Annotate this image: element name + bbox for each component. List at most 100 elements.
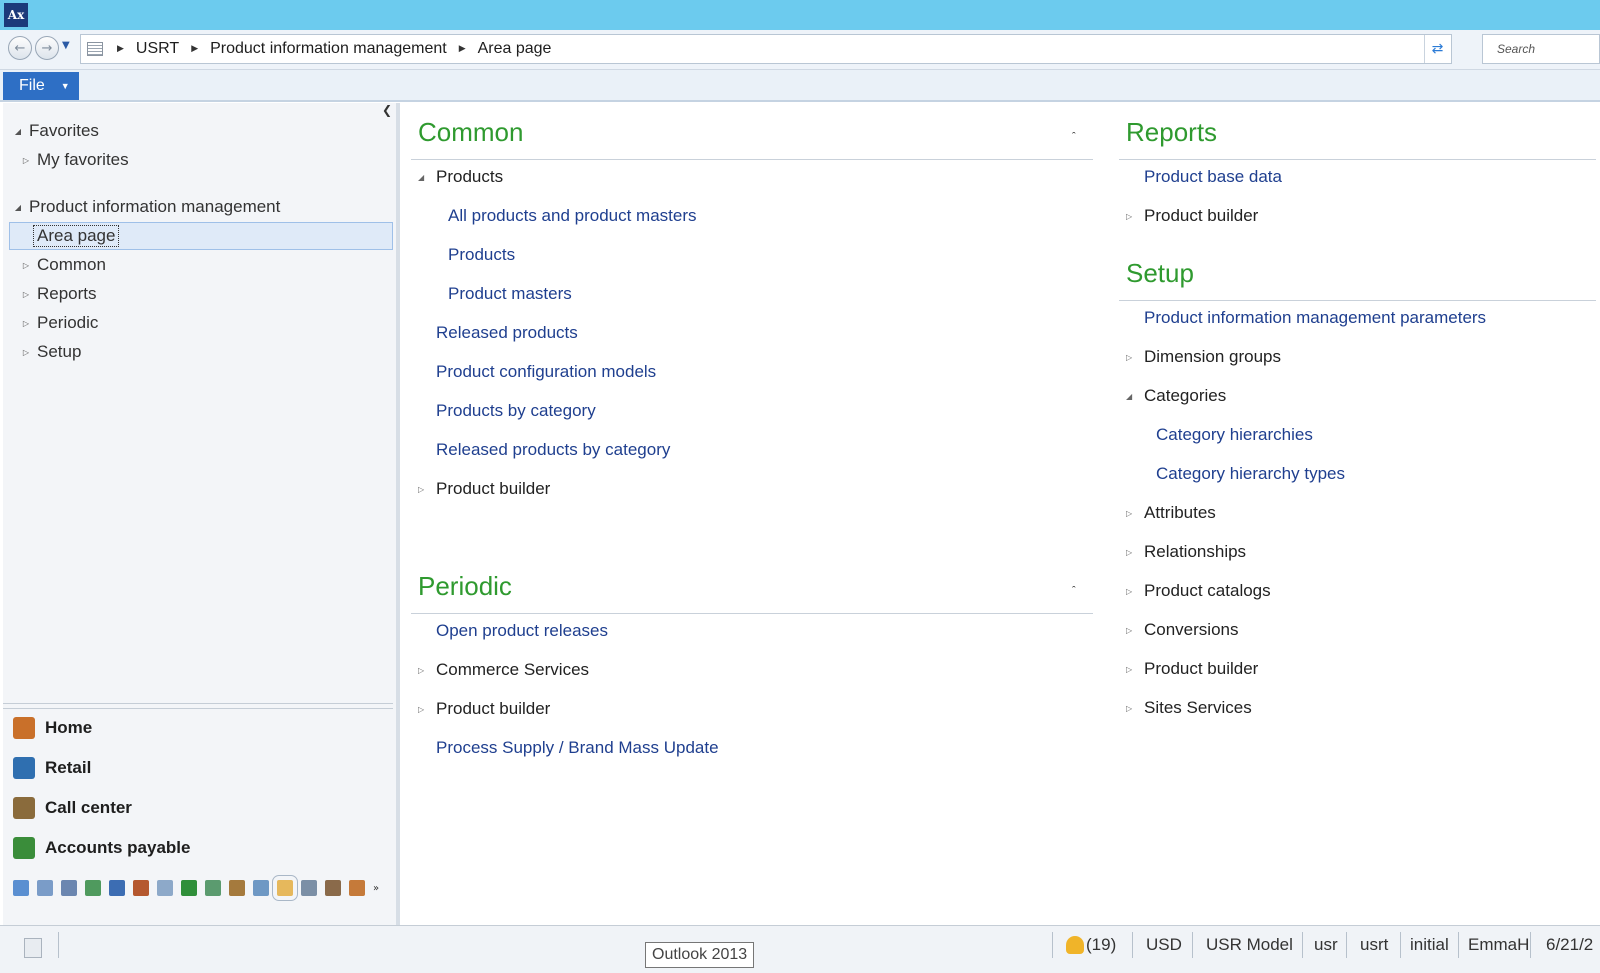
- more-modules-icon[interactable]: »: [373, 883, 379, 894]
- crumb-separator-icon[interactable]: ▶: [459, 44, 466, 54]
- address-menu-icon[interactable]: [87, 42, 103, 56]
- collapsed-arrow-icon[interactable]: ▷: [418, 705, 436, 714]
- collapsed-arrow-icon[interactable]: ▷: [19, 156, 33, 165]
- link-product-configuration-models[interactable]: Product configuration models: [436, 359, 656, 385]
- module-call-center-button[interactable]: Call center: [13, 791, 393, 825]
- notifications-button[interactable]: (19): [1066, 932, 1116, 958]
- collapsed-arrow-icon[interactable]: ▷: [19, 290, 33, 299]
- link-group-commerce-services[interactable]: ▷ Commerce Services: [418, 657, 589, 683]
- link-category-hierarchy-types[interactable]: Category hierarchy types: [1156, 461, 1345, 487]
- link-group-attributes[interactable]: ▷ Attributes: [1126, 500, 1216, 526]
- link-product-masters[interactable]: Product masters: [448, 281, 572, 307]
- link-released-products-by-category[interactable]: Released products by category: [436, 437, 670, 463]
- tree-node-reports[interactable]: ▷ Reports: [19, 280, 409, 308]
- collapsed-arrow-icon[interactable]: ▷: [19, 348, 33, 357]
- company-indicator[interactable]: usrt: [1360, 932, 1388, 958]
- link-released-products[interactable]: Released products: [436, 320, 578, 346]
- user-indicator[interactable]: EmmaH: [1468, 932, 1529, 958]
- module-shortcut-icon[interactable]: [325, 880, 341, 896]
- collapse-section-icon[interactable]: ˆ: [1072, 585, 1076, 597]
- module-shortcut-icon[interactable]: [253, 880, 269, 896]
- expanded-arrow-icon[interactable]: ◢: [11, 203, 25, 212]
- breadcrumb-module[interactable]: Product information management: [210, 40, 447, 58]
- collapsed-arrow-icon[interactable]: ▷: [418, 485, 436, 494]
- link-group-relationships[interactable]: ▷ Relationships: [1126, 539, 1246, 565]
- module-shortcut-icon[interactable]: [301, 880, 317, 896]
- module-shortcut-icon[interactable]: [157, 880, 173, 896]
- link-group-conversions[interactable]: ▷ Conversions: [1126, 617, 1239, 643]
- breadcrumb-page[interactable]: Area page: [478, 40, 552, 58]
- tree-node-product-information-management[interactable]: ◢ Product information management: [11, 193, 401, 221]
- breadcrumb-company[interactable]: USRT: [136, 40, 179, 58]
- module-shortcut-icon[interactable]: [229, 880, 245, 896]
- crumb-separator-icon[interactable]: ▶: [117, 44, 124, 54]
- link-all-products[interactable]: All products and product masters: [448, 203, 697, 229]
- collapse-pane-icon[interactable]: ❮: [382, 103, 392, 117]
- collapsed-arrow-icon[interactable]: ▷: [1126, 353, 1144, 362]
- tree-node-favorites[interactable]: ◢ Favorites: [11, 117, 401, 145]
- module-shortcut-icon[interactable]: [349, 880, 365, 896]
- module-home-button[interactable]: Home: [13, 711, 393, 745]
- date-indicator[interactable]: 6/21/2: [1546, 932, 1593, 958]
- link-group-products[interactable]: ◢ Products: [418, 164, 503, 190]
- collapsed-arrow-icon[interactable]: ▷: [1126, 509, 1144, 518]
- clipboard-icon[interactable]: [24, 938, 42, 958]
- layer-indicator[interactable]: usr: [1314, 932, 1338, 958]
- collapse-section-icon[interactable]: ˆ: [1072, 131, 1076, 143]
- link-group-sites-services[interactable]: ▷ Sites Services: [1126, 695, 1252, 721]
- collapsed-arrow-icon[interactable]: ▷: [1126, 587, 1144, 596]
- collapsed-arrow-icon[interactable]: ▷: [19, 261, 33, 270]
- collapsed-arrow-icon[interactable]: ▷: [1126, 212, 1144, 221]
- search-input[interactable]: Search: [1482, 34, 1600, 64]
- partition-indicator[interactable]: initial: [1410, 932, 1449, 958]
- tree-node-periodic[interactable]: ▷ Periodic: [19, 309, 409, 337]
- collapsed-arrow-icon[interactable]: ▷: [1126, 665, 1144, 674]
- tree-node-common[interactable]: ▷ Common: [19, 251, 409, 279]
- link-pim-parameters[interactable]: Product information management parameter…: [1144, 305, 1486, 331]
- module-shortcut-icon[interactable]: [181, 880, 197, 896]
- link-process-supply-brand-mass-update[interactable]: Process Supply / Brand Mass Update: [436, 735, 719, 761]
- link-products[interactable]: Products: [448, 242, 515, 268]
- link-group-dimension-groups[interactable]: ▷ Dimension groups: [1126, 344, 1281, 370]
- link-group-product-builder[interactable]: ▷ Product builder: [1126, 203, 1258, 229]
- file-menu-button[interactable]: File ▼: [3, 72, 79, 100]
- back-icon[interactable]: ←: [8, 36, 32, 60]
- collapsed-arrow-icon[interactable]: ▷: [1126, 704, 1144, 713]
- collapsed-arrow-icon[interactable]: ▷: [1126, 548, 1144, 557]
- expanded-arrow-icon[interactable]: ◢: [11, 127, 25, 136]
- module-shortcut-icon[interactable]: [133, 880, 149, 896]
- forward-icon[interactable]: →: [35, 36, 59, 60]
- currency-indicator[interactable]: USD: [1146, 932, 1182, 958]
- link-category-hierarchies[interactable]: Category hierarchies: [1156, 422, 1313, 448]
- model-indicator[interactable]: USR Model: [1206, 932, 1293, 958]
- tree-node-setup[interactable]: ▷ Setup: [19, 338, 409, 366]
- crumb-separator-icon[interactable]: ▶: [191, 44, 198, 54]
- expanded-arrow-icon[interactable]: ◢: [418, 173, 436, 182]
- module-shortcut-icon[interactable]: [109, 880, 125, 896]
- collapsed-arrow-icon[interactable]: ▷: [1126, 626, 1144, 635]
- history-dropdown-icon[interactable]: ▼: [62, 40, 70, 51]
- refresh-icon[interactable]: ⇄: [1424, 35, 1450, 63]
- module-retail-button[interactable]: Retail: [13, 751, 393, 785]
- link-group-product-builder[interactable]: ▷ Product builder: [1126, 656, 1258, 682]
- link-group-product-builder[interactable]: ▷ Product builder: [418, 476, 550, 502]
- link-products-by-category[interactable]: Products by category: [436, 398, 596, 424]
- link-product-base-data[interactable]: Product base data: [1144, 164, 1282, 190]
- collapsed-arrow-icon[interactable]: ▷: [19, 319, 33, 328]
- tree-node-my-favorites[interactable]: ▷ My favorites: [19, 146, 409, 174]
- module-shortcut-icon[interactable]: [37, 880, 53, 896]
- address-box[interactable]: ▶ USRT ▶ Product information management …: [80, 34, 1452, 64]
- module-accounts-payable-button[interactable]: Accounts payable: [13, 831, 393, 865]
- expanded-arrow-icon[interactable]: ◢: [1126, 392, 1144, 401]
- module-shortcut-icon[interactable]: [205, 880, 221, 896]
- module-shortcut-icon[interactable]: [85, 880, 101, 896]
- link-group-product-catalogs[interactable]: ▷ Product catalogs: [1126, 578, 1271, 604]
- link-open-product-releases[interactable]: Open product releases: [436, 618, 608, 644]
- collapsed-arrow-icon[interactable]: ▷: [418, 666, 436, 675]
- module-shortcut-icon[interactable]: [272, 875, 298, 901]
- tree-node-area-page[interactable]: Area page: [3, 222, 393, 250]
- module-shortcut-icon[interactable]: [61, 880, 77, 896]
- module-shortcut-icon[interactable]: [13, 880, 29, 896]
- pane-splitter[interactable]: [3, 703, 393, 709]
- link-group-categories[interactable]: ◢ Categories: [1126, 383, 1226, 409]
